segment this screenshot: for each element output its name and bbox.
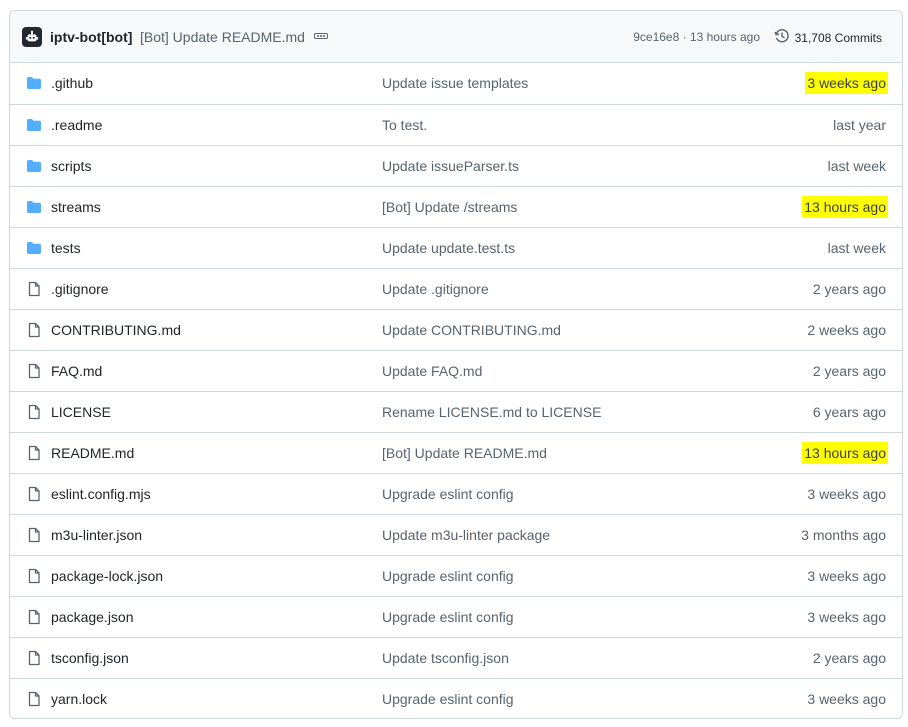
- commit-time: 2 years ago: [812, 363, 886, 379]
- file-row[interactable]: streams [Bot] Update /streams 13 hours ago: [10, 186, 902, 227]
- commit-message-link[interactable]: Upgrade eslint config: [382, 691, 514, 707]
- commits-history-link[interactable]: 31,708 Commits: [773, 28, 882, 47]
- file-row[interactable]: tests Update update.test.ts last week: [10, 227, 902, 268]
- commit-message-link[interactable]: Update tsconfig.json: [382, 650, 509, 666]
- file-icon: [26, 609, 42, 625]
- file-name-link[interactable]: .github: [51, 75, 93, 91]
- file-rows: .github Update issue templates 3 weeks ago…: [10, 63, 902, 718]
- file-row[interactable]: LICENSE Rename LICENSE.md to LICENSE 6 yea…: [10, 391, 902, 432]
- commit-message-link[interactable]: Update m3u-linter package: [382, 527, 550, 543]
- file-row[interactable]: package-lock.json Upgrade eslint config 3 …: [10, 555, 902, 596]
- file-row[interactable]: README.md [Bot] Update README.md 13 hours …: [10, 432, 902, 473]
- file-name-link[interactable]: tests: [51, 240, 81, 256]
- file-icon: [26, 322, 42, 338]
- file-name-link[interactable]: CONTRIBUTING.md: [51, 322, 181, 338]
- commit-time: 2 weeks ago: [807, 322, 886, 338]
- commits-count: 31,708 Commits: [794, 30, 882, 45]
- commit-time: 3 weeks ago: [807, 486, 886, 502]
- file-icon: [26, 650, 42, 666]
- commit-time: 3 months ago: [801, 527, 886, 543]
- commit-message-link[interactable]: Rename LICENSE.md to LICENSE: [382, 404, 601, 420]
- folder-icon: [26, 75, 42, 91]
- file-name-link[interactable]: m3u-linter.json: [51, 527, 142, 543]
- commit-time: 3 weeks ago: [807, 568, 886, 584]
- commit-time: 3 weeks ago: [807, 691, 886, 707]
- file-icon: [26, 363, 42, 379]
- commit-message-link[interactable]: [Bot] Update README.md: [382, 445, 547, 461]
- bot-avatar-icon[interactable]: [22, 27, 42, 47]
- file-row[interactable]: .github Update issue templates 3 weeks ago: [10, 63, 902, 104]
- commit-time: 13 hours ago: [802, 442, 888, 464]
- folder-icon: [26, 199, 42, 215]
- file-icon: [26, 691, 42, 707]
- file-row[interactable]: .readme To test. last year: [10, 104, 902, 145]
- file-name-link[interactable]: yarn.lock: [51, 691, 107, 707]
- commit-message-link[interactable]: [Bot] Update README.md: [140, 29, 305, 45]
- commit-time: last year: [833, 117, 886, 133]
- commit-message-link[interactable]: Update issueParser.ts: [382, 158, 519, 174]
- file-row[interactable]: scripts Update issueParser.ts last week: [10, 145, 902, 186]
- commit-message-link[interactable]: Update CONTRIBUTING.md: [382, 322, 561, 338]
- file-row[interactable]: m3u-linter.json Update m3u-linter package…: [10, 514, 902, 555]
- file-name-link[interactable]: scripts: [51, 158, 91, 174]
- file-name-link[interactable]: LICENSE: [51, 404, 111, 420]
- file-name-link[interactable]: package.json: [51, 609, 134, 625]
- file-name-link[interactable]: .gitignore: [51, 281, 109, 297]
- file-name-link[interactable]: package-lock.json: [51, 568, 163, 584]
- file-row[interactable]: CONTRIBUTING.md Update CONTRIBUTING.md 2 w…: [10, 309, 902, 350]
- file-name-link[interactable]: README.md: [51, 445, 134, 461]
- commit-time: 2 years ago: [812, 650, 886, 666]
- file-row[interactable]: package.json Upgrade eslint config 3 weeks…: [10, 596, 902, 637]
- commit-message-link[interactable]: Upgrade eslint config: [382, 568, 514, 584]
- commit-time: 6 years ago: [812, 404, 886, 420]
- file-icon: [26, 527, 42, 543]
- folder-icon: [26, 117, 42, 133]
- commit-message-link[interactable]: Update issue templates: [382, 75, 528, 91]
- file-icon: [26, 445, 42, 461]
- folder-icon: [26, 240, 42, 256]
- ellipsis-icon[interactable]: [310, 29, 332, 43]
- commit-message-link[interactable]: Update update.test.ts: [382, 240, 515, 256]
- history-icon: [773, 28, 795, 47]
- file-name-link[interactable]: streams: [51, 199, 101, 215]
- file-row[interactable]: FAQ.md Update FAQ.md 2 years ago: [10, 350, 902, 391]
- file-name-link[interactable]: eslint.config.mjs: [51, 486, 151, 502]
- file-row[interactable]: eslint.config.mjs Upgrade eslint config 3 …: [10, 473, 902, 514]
- commit-time: last week: [827, 240, 886, 256]
- file-icon: [26, 486, 42, 502]
- commit-message-link[interactable]: Update .gitignore: [382, 281, 489, 297]
- commit-time: 2 years ago: [812, 281, 886, 297]
- latest-commit-bar: iptv-bot[bot] [Bot] Update README.md 9ce…: [10, 11, 902, 63]
- commit-message-link[interactable]: To test.: [382, 117, 427, 133]
- folder-icon: [26, 158, 42, 174]
- commit-message-link[interactable]: Update FAQ.md: [382, 363, 482, 379]
- file-name-link[interactable]: tsconfig.json: [51, 650, 129, 666]
- file-row[interactable]: yarn.lock Upgrade eslint config 3 weeks ag…: [10, 678, 902, 718]
- commit-time: 3 weeks ago: [807, 609, 886, 625]
- commit-time: 3 weeks ago: [805, 72, 888, 94]
- file-listing: iptv-bot[bot] [Bot] Update README.md 9ce…: [9, 10, 903, 719]
- commit-message-link[interactable]: Upgrade eslint config: [382, 609, 514, 625]
- file-row[interactable]: tsconfig.json Update tsconfig.json 2 years…: [10, 637, 902, 678]
- commit-author-link[interactable]: iptv-bot[bot]: [50, 29, 132, 45]
- commit-time: last week: [827, 158, 886, 174]
- commit-time: 13 hours ago: [802, 196, 888, 218]
- file-name-link[interactable]: .readme: [51, 117, 102, 133]
- commit-message-link[interactable]: Upgrade eslint config: [382, 486, 514, 502]
- file-icon: [26, 568, 42, 584]
- file-row[interactable]: .gitignore Update .gitignore 2 years ago: [10, 268, 902, 309]
- commit-message-link[interactable]: [Bot] Update /streams: [382, 199, 517, 215]
- file-icon: [26, 404, 42, 420]
- commit-sha-time[interactable]: 9ce16e8 · 13 hours ago: [633, 30, 760, 44]
- file-name-link[interactable]: FAQ.md: [51, 363, 102, 379]
- file-icon: [26, 281, 42, 297]
